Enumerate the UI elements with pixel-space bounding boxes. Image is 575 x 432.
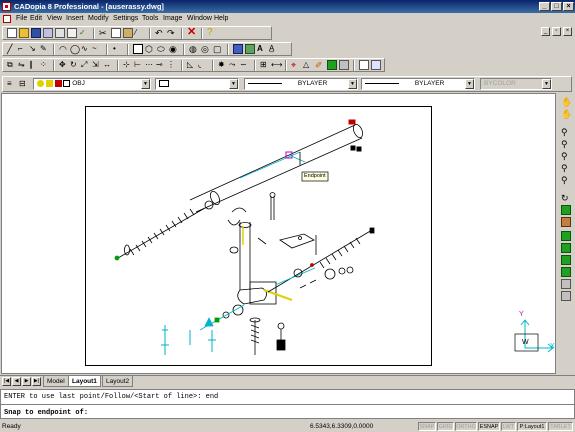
bracket <box>279 233 317 255</box>
layout-tabs-bar: |◀ ◀ ▶ ▶| Model Layout1 Layout2 <box>0 375 575 387</box>
endpoint-tooltip-text: Endpoint <box>304 173 326 179</box>
left-auger <box>114 200 214 261</box>
tab-layout1[interactable]: Layout1 <box>68 376 101 387</box>
lwt-toggle[interactable]: LWT <box>501 422 516 431</box>
table-view-icon[interactable] <box>561 291 571 301</box>
layout-view-icon[interactable] <box>561 279 571 289</box>
lower-left-parts <box>199 304 245 331</box>
pan-icon[interactable]: ✋ <box>561 97 572 107</box>
render-view-icon[interactable] <box>561 243 571 253</box>
shade-icon[interactable] <box>561 231 571 241</box>
bottom-parts <box>161 325 216 355</box>
zoom-extents-icon[interactable]: ⚲ <box>561 175 571 185</box>
ucs-x-label: X <box>550 343 555 350</box>
tab-first-icon[interactable]: |◀ <box>2 377 11 386</box>
paper-space-toggle[interactable]: P:Layout1 <box>517 422 547 431</box>
grid-toggle[interactable]: GRID <box>437 422 454 431</box>
command-history: ENTER to use last point/Follow/<Start of… <box>4 393 219 401</box>
redraw-icon[interactable]: ↻ <box>561 193 571 203</box>
camera-icon[interactable] <box>561 267 571 277</box>
ortho-toggle[interactable]: ORTHO <box>455 422 477 431</box>
right-auger <box>267 227 375 293</box>
bottom-spring <box>249 317 261 355</box>
zoom-window-icon[interactable]: ⚲ <box>561 139 571 149</box>
cadopia-window: CADopia 8 Professional - [auserassy.dwg]… <box>0 0 575 432</box>
lower-right-parts <box>293 266 354 289</box>
zoom-in-icon[interactable]: ⚲ <box>561 151 571 161</box>
command-prompt[interactable]: Snap to endpoint of: <box>4 409 88 417</box>
ucs-icon <box>514 319 554 353</box>
status-coordinates: 6.5343,6.3309,0.0000 <box>310 423 374 430</box>
realtime-pan-icon[interactable]: ✋ <box>561 109 572 119</box>
named-views-icon[interactable] <box>561 205 571 215</box>
esnap-toggle[interactable]: ESNAP <box>478 422 500 431</box>
status-ready: Ready <box>2 423 21 430</box>
upper-tube <box>189 124 364 213</box>
drawing-canvas <box>114 119 554 355</box>
tab-last-icon[interactable]: ▶| <box>32 377 41 386</box>
view-toolbar-right: ✋ ✋ ⚲ ⚲ ⚲ ⚲ ⚲ ↻ <box>557 93 575 374</box>
zoom-out-icon[interactable]: ⚲ <box>561 163 571 173</box>
zoom-realtime-icon[interactable]: ⚲ <box>561 127 571 137</box>
bottom-valve <box>276 322 286 351</box>
tab-next-icon[interactable]: ▶ <box>22 377 31 386</box>
3d-view-icon[interactable] <box>561 217 571 227</box>
ucs-w-label: W <box>522 339 529 346</box>
tab-model[interactable]: Model <box>43 376 69 387</box>
tab-prev-icon[interactable]: ◀ <box>12 377 21 386</box>
vertical-post <box>227 207 293 305</box>
command-line[interactable]: ENTER to use last point/Follow/<Start of… <box>0 389 575 419</box>
vertical-pin <box>269 192 276 220</box>
tablet-toggle[interactable]: TABLET <box>548 422 573 431</box>
tab-layout2[interactable]: Layout2 <box>102 376 134 387</box>
snap-toggle[interactable]: SNAP <box>418 422 436 431</box>
orbit-icon[interactable] <box>561 255 571 265</box>
ucs-y-label: Y <box>519 311 524 318</box>
status-bar: Ready 6.5343,6.3309,0.0000 SNAP GRID ORT… <box>0 421 575 432</box>
